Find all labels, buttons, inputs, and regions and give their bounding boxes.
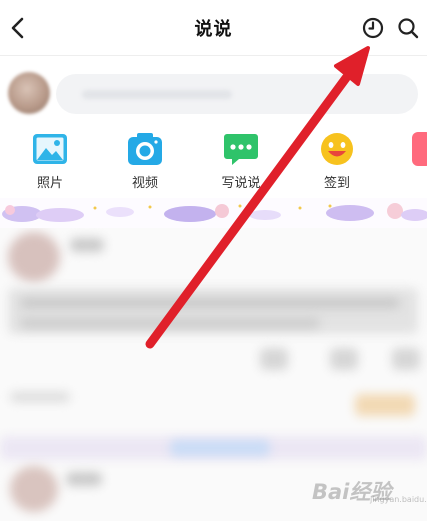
- feed-avatar: [8, 232, 60, 282]
- feed-username: [70, 238, 104, 252]
- action-write-post[interactable]: 写说说: [206, 126, 276, 196]
- feed-badge: [355, 394, 415, 416]
- camera-icon: [128, 133, 162, 165]
- feed-action-icon: [392, 348, 420, 370]
- post-composer: [0, 62, 427, 124]
- feed-text-line: [20, 298, 400, 308]
- feed-decoration: [170, 440, 270, 456]
- watermark-subtext: jingyan.baidu.com: [370, 495, 427, 504]
- action-check-in[interactable]: 签到: [302, 126, 372, 196]
- placeholder-text: [82, 90, 232, 99]
- action-photo[interactable]: 照片: [15, 126, 85, 196]
- action-label: 照片: [36, 176, 63, 191]
- search-icon: [398, 18, 419, 39]
- search-button[interactable]: [396, 16, 420, 40]
- feed-username: [66, 472, 102, 486]
- feed-avatar: [10, 466, 58, 512]
- quick-action-bar: 照片 视频 写说说 签到: [0, 126, 427, 196]
- feed-action-icon: [330, 348, 358, 370]
- top-navigation-bar: 说说: [0, 0, 427, 56]
- action-label: 视频: [131, 176, 158, 191]
- watermark: Bai经验 jingyan.baidu.com: [312, 468, 427, 508]
- feed-text-line: [20, 318, 320, 328]
- photo-icon: [33, 134, 67, 164]
- decorative-banner: [0, 198, 427, 228]
- avatar[interactable]: [8, 72, 50, 114]
- speech-bubble-icon: [224, 134, 258, 165]
- cloud-decoration: [0, 198, 427, 228]
- smiley-icon: [321, 133, 353, 165]
- action-video[interactable]: 视频: [110, 126, 180, 196]
- post-input[interactable]: [56, 74, 418, 114]
- history-button[interactable]: [361, 16, 385, 40]
- action-label: 签到: [323, 176, 350, 191]
- action-more-partial[interactable]: [412, 132, 427, 166]
- feed-meta: [10, 392, 70, 402]
- clock-icon: [362, 17, 384, 39]
- feed-action-icon: [260, 348, 288, 370]
- action-label: 写说说: [221, 176, 261, 191]
